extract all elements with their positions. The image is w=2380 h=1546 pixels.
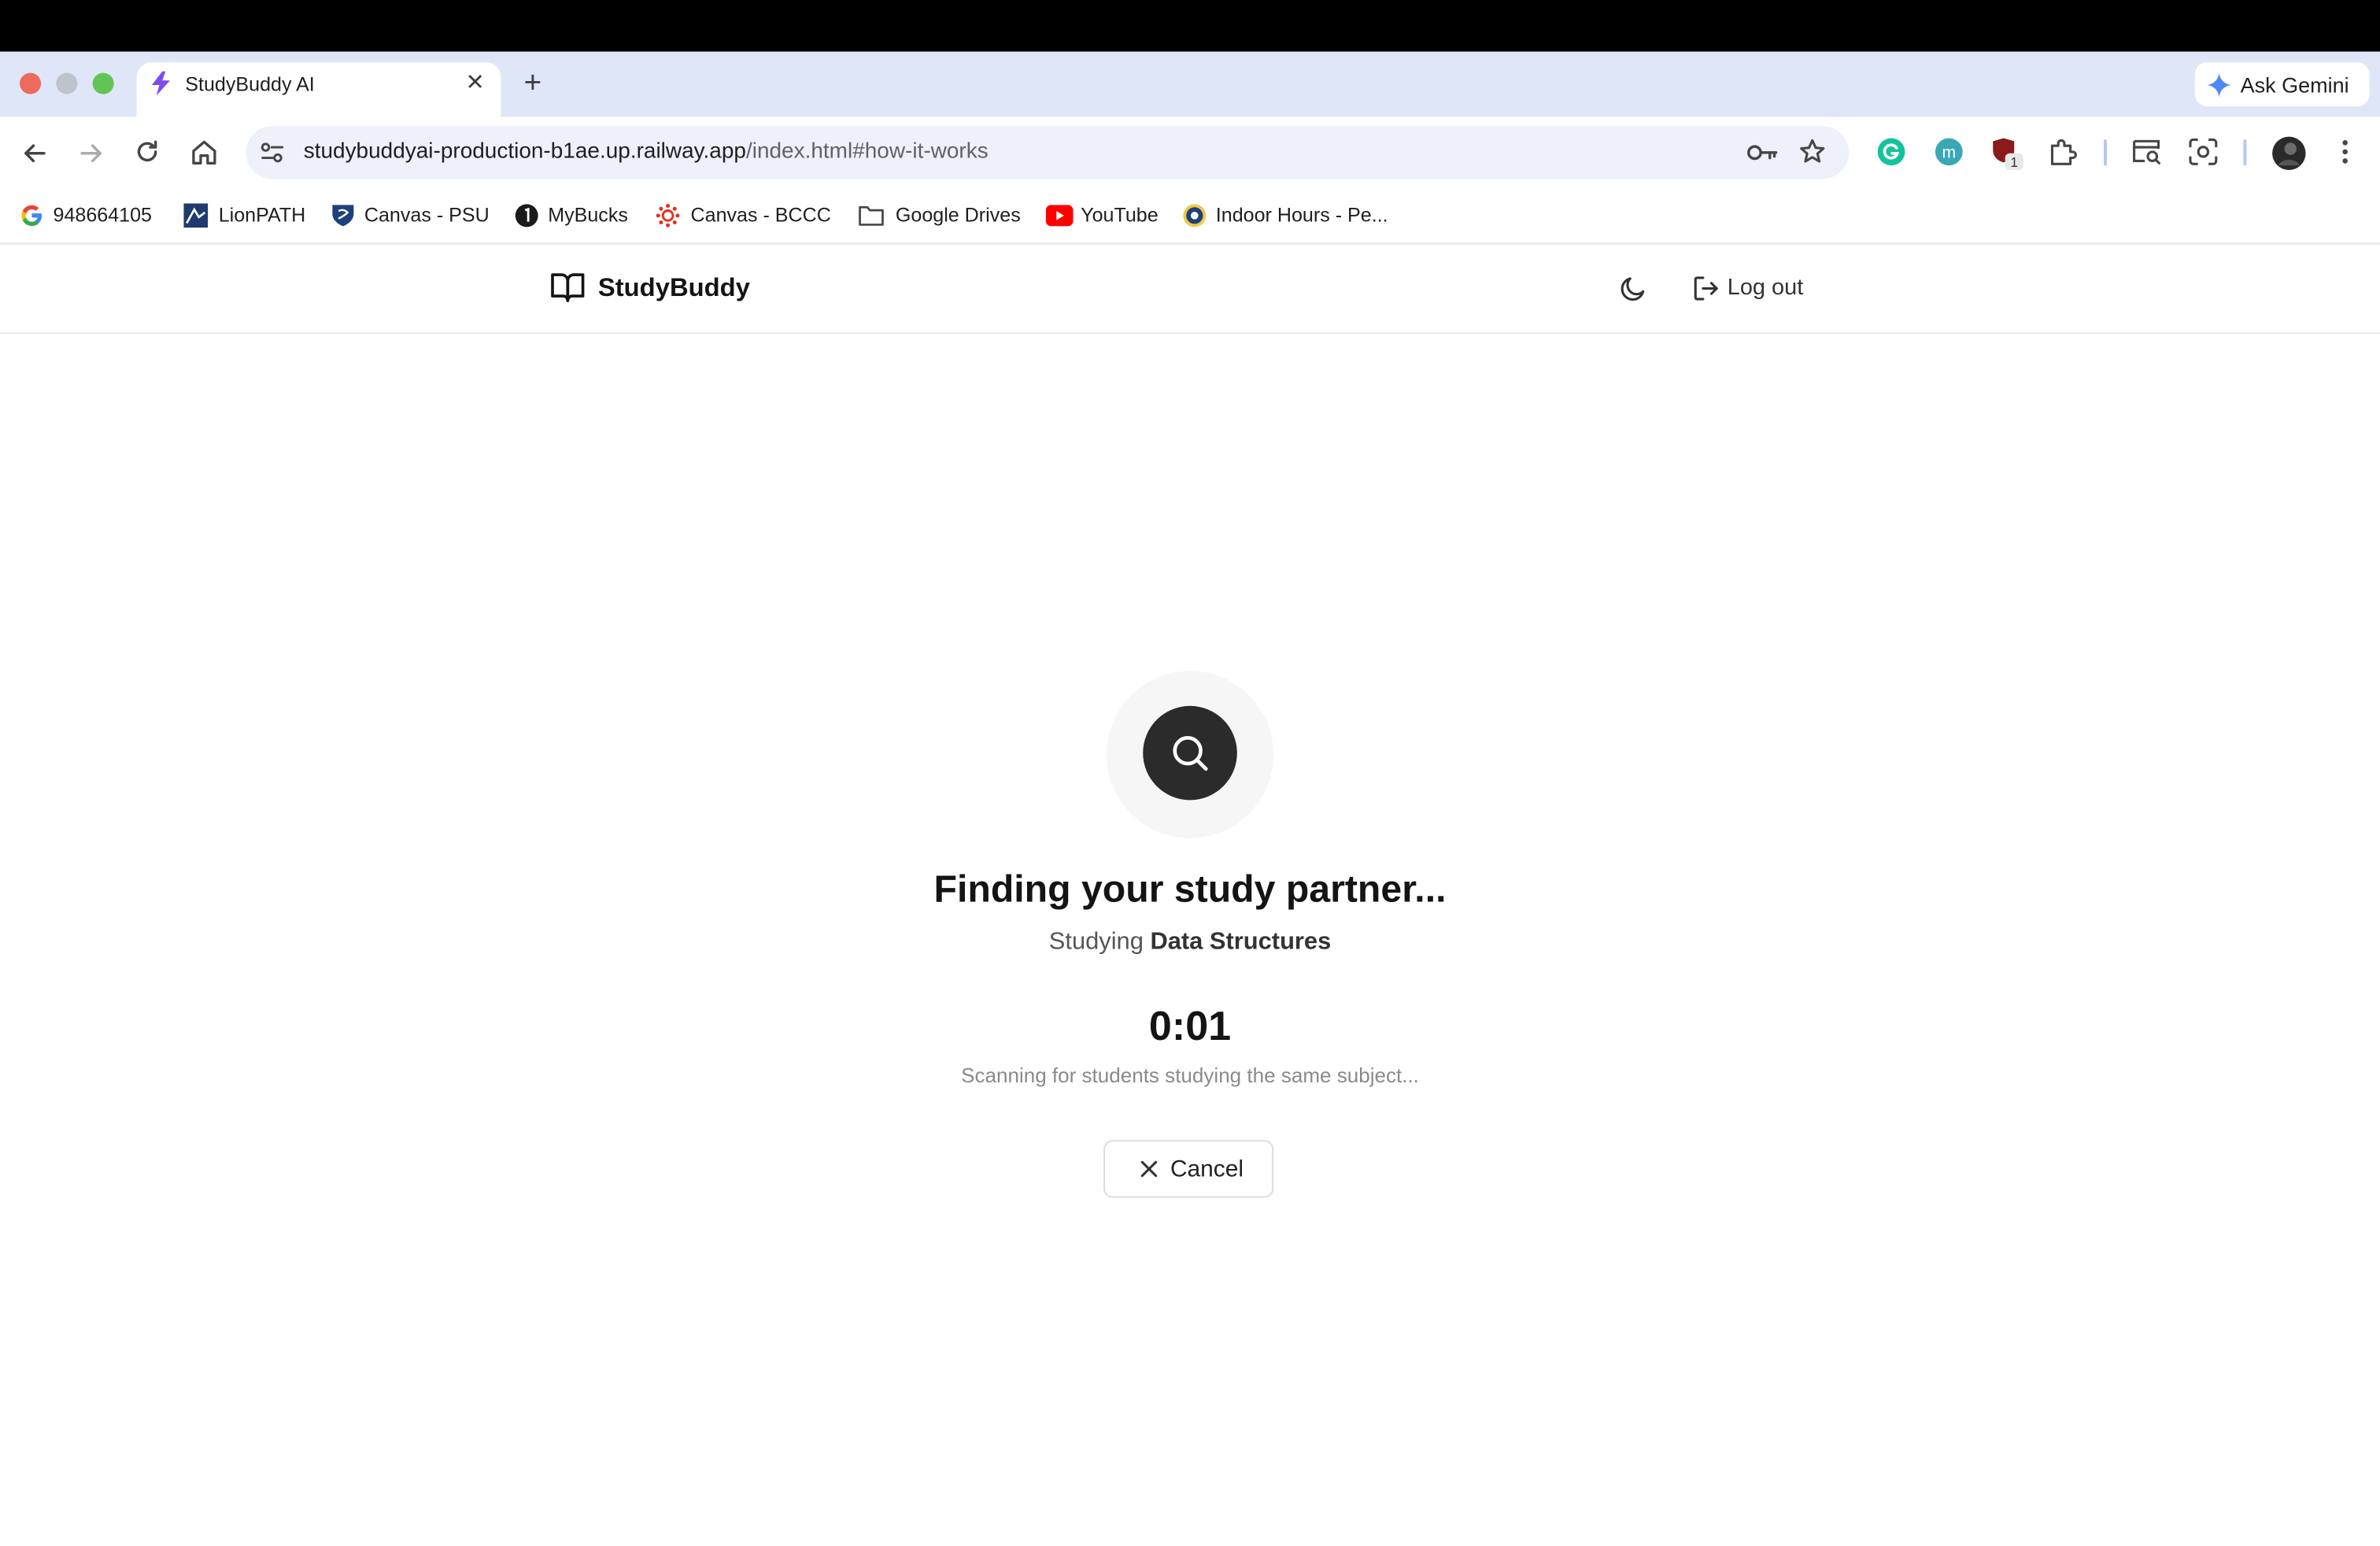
url-path: /index.html#how-it-works xyxy=(745,139,989,165)
app-header xyxy=(0,244,2380,335)
close-icon xyxy=(1140,1160,1158,1178)
subject-prefix: Studying xyxy=(1048,929,1144,956)
matching-heading: Finding your study partner... xyxy=(933,868,1447,912)
m-extension-icon[interactable]: m xyxy=(1934,137,1964,168)
canvas-icon xyxy=(656,204,680,227)
reload-icon[interactable] xyxy=(132,137,163,168)
open-book-icon xyxy=(551,273,585,302)
system-top-bar xyxy=(0,0,2380,52)
lionpath-icon xyxy=(183,203,209,228)
grammarly-extension-icon[interactable] xyxy=(1876,137,1907,168)
bookmark-mybucks[interactable]: MyBucks xyxy=(515,202,636,230)
indoor-hours-icon xyxy=(1183,204,1207,227)
scanning-status: Scanning for students studying the same … xyxy=(961,1063,1419,1087)
bookmark-indoor-hours[interactable]: Indoor Hours - Pe... xyxy=(1182,202,1395,230)
extensions-puzzle-icon[interactable] xyxy=(2048,137,2079,168)
google-lens-icon[interactable] xyxy=(2187,137,2219,168)
tab-title: StudyBuddy AI xyxy=(185,72,315,96)
tab-search-icon[interactable] xyxy=(2130,137,2163,168)
psu-shield-icon xyxy=(332,205,354,227)
bookmark-label: Canvas - PSU xyxy=(364,203,490,227)
bookmark-lionpath[interactable]: LionPATH xyxy=(183,202,312,230)
studybuddy-favicon-icon xyxy=(151,71,171,96)
bookmark-label: MyBucks xyxy=(548,203,628,227)
home-icon[interactable] xyxy=(188,137,220,169)
plus-icon[interactable]: + xyxy=(516,67,549,100)
url-host: studybuddyai-production-b1ae.up.railway.… xyxy=(303,139,746,165)
extension-count-badge: 1 xyxy=(2010,154,2018,170)
minimize-window-button[interactable] xyxy=(56,72,78,94)
brand-name: StudyBuddy xyxy=(597,273,750,302)
more-menu-icon[interactable] xyxy=(2331,137,2359,168)
bookmark-label: LionPATH xyxy=(218,203,306,227)
bookmark-label: Indoor Hours - Pe... xyxy=(1215,203,1388,227)
bookmark-star-icon[interactable] xyxy=(1797,137,1828,168)
search-icon xyxy=(1173,735,1208,771)
profile-avatar[interactable] xyxy=(2271,135,2307,172)
bookmark-label: Canvas - BCCC xyxy=(690,203,831,227)
cancel-label: Cancel xyxy=(1170,1156,1244,1183)
youtube-icon xyxy=(1045,205,1074,227)
toolbar-divider xyxy=(2243,139,2247,166)
toolbar-divider xyxy=(2104,139,2107,166)
bookmark-label: 948664105 xyxy=(53,203,153,227)
url-text[interactable]: studybuddyai-production-b1ae.up.railway.… xyxy=(304,139,989,168)
password-key-icon[interactable] xyxy=(1746,139,1779,168)
elapsed-timer: 0:01 xyxy=(1148,1003,1232,1049)
google-icon xyxy=(21,205,42,226)
gemini-sparkle-icon xyxy=(2207,72,2232,98)
bookmark-canvas-bccc[interactable]: Canvas - BCCC xyxy=(656,202,835,230)
shield-extension-icon[interactable]: 1 xyxy=(1990,135,2026,172)
folder-icon xyxy=(859,205,884,226)
bookmark-youtube[interactable]: YouTube xyxy=(1045,202,1162,230)
site-settings-icon[interactable] xyxy=(258,139,287,168)
m-extension-letter: m xyxy=(1942,144,1956,162)
close-window-button[interactable] xyxy=(20,72,42,94)
bookmark-948664105[interactable]: 948664105 xyxy=(20,202,172,230)
logout-label: Log out xyxy=(1727,275,1804,301)
ask-gemini-label: Ask Gemini xyxy=(2240,72,2349,98)
moon-icon[interactable] xyxy=(1618,273,1649,304)
bookmark-google-drives[interactable]: Google Drives xyxy=(858,202,1033,230)
bookmark-canvas-psu[interactable]: Canvas - PSU xyxy=(331,202,494,230)
forward-arrow-icon[interactable] xyxy=(76,139,106,169)
bookmark-label: Google Drives xyxy=(895,203,1021,227)
subject-line: Studying Data Structures xyxy=(886,927,1493,958)
logout-icon xyxy=(1694,276,1718,301)
maximize-window-button[interactable] xyxy=(92,72,114,94)
subject-name: Data Structures xyxy=(1150,929,1332,956)
mybucks-icon xyxy=(515,204,538,227)
back-arrow-icon[interactable] xyxy=(20,139,50,169)
bookmark-label: YouTube xyxy=(1081,203,1159,227)
close-tab-icon[interactable]: ✕ xyxy=(464,70,486,98)
